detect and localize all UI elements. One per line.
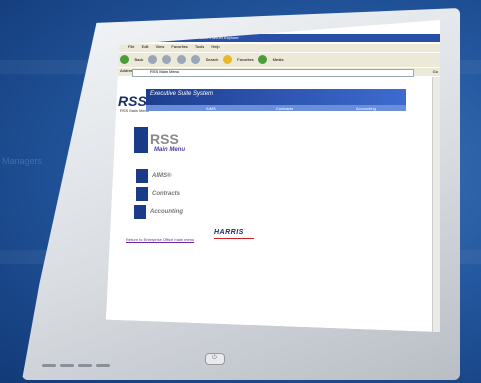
brand-underline xyxy=(214,238,254,239)
brand-logo: HARRIS xyxy=(214,229,244,236)
banner-title: Executive Suite System xyxy=(150,91,214,97)
accounting-icon[interactable] xyxy=(134,205,146,219)
favorites-label[interactable]: Favorites xyxy=(237,57,253,62)
vent-slot xyxy=(96,364,110,367)
menu-view[interactable]: View xyxy=(156,44,165,49)
aims-icon[interactable] xyxy=(136,169,148,183)
home-icon[interactable] xyxy=(191,55,201,64)
main-subtitle: Main Menu xyxy=(154,147,185,153)
favorites-icon[interactable] xyxy=(222,55,232,64)
menu-help[interactable]: Help xyxy=(211,44,219,49)
suite-banner: Executive Suite System xyxy=(146,89,406,105)
background-text: Managers xyxy=(2,156,43,166)
menu-favorites[interactable]: Favorites xyxy=(171,44,187,49)
back-label: Back xyxy=(134,57,144,62)
menu-item-aims[interactable]: AIMS® xyxy=(152,173,171,179)
forward-icon[interactable] xyxy=(147,55,157,64)
vent-slot xyxy=(60,364,74,367)
media-label[interactable]: Media xyxy=(273,57,284,62)
nav-contracts[interactable]: Contracts xyxy=(276,106,293,111)
menu-item-accounting[interactable]: Accounting xyxy=(150,209,183,215)
menu-tools[interactable]: Tools xyxy=(195,44,204,49)
vent-slot xyxy=(42,364,56,367)
address-bar: Address RSS Main Menu Go xyxy=(106,68,440,77)
main-menu-icon xyxy=(134,127,148,153)
media-icon[interactable] xyxy=(258,55,268,64)
scrollbar[interactable] xyxy=(432,77,440,332)
menu-file[interactable]: File xyxy=(128,44,134,49)
go-button[interactable]: Go xyxy=(433,69,438,74)
menu-item-contracts[interactable]: Contracts xyxy=(152,191,180,197)
stop-icon[interactable] xyxy=(162,55,172,64)
portal-link[interactable]: Return to Enterprise Office main menu xyxy=(126,237,194,242)
power-icon: ⏻ xyxy=(212,355,217,361)
browser-menubar: File Edit View Favorites Tools Help xyxy=(106,44,440,52)
logo-subtitle: RSS Main Menu xyxy=(120,108,150,113)
address-value: RSS Main Menu xyxy=(150,69,180,74)
browser-window: Enterprise Office - RSS Main Menu - Micr… xyxy=(106,20,440,332)
browser-toolbar: Back Search Favorites Media xyxy=(106,53,440,67)
nav-aims[interactable]: AIMS xyxy=(206,106,216,111)
rss-logo: RSS xyxy=(118,93,147,109)
main-title: RSS xyxy=(150,131,179,147)
contracts-icon[interactable] xyxy=(136,187,148,201)
refresh-icon[interactable] xyxy=(176,55,186,64)
power-button[interactable]: ⏻ xyxy=(205,353,225,365)
vent-slot xyxy=(78,364,92,367)
nav-accounting[interactable]: Accounting xyxy=(356,106,376,111)
menu-edit[interactable]: Edit xyxy=(142,44,149,49)
search-label[interactable]: Search xyxy=(206,57,219,62)
back-icon[interactable] xyxy=(120,55,129,64)
page-content: RSS RSS Main Menu Executive Suite System… xyxy=(106,77,440,332)
banner-nav: AIMS Contracts Accounting xyxy=(146,105,406,111)
